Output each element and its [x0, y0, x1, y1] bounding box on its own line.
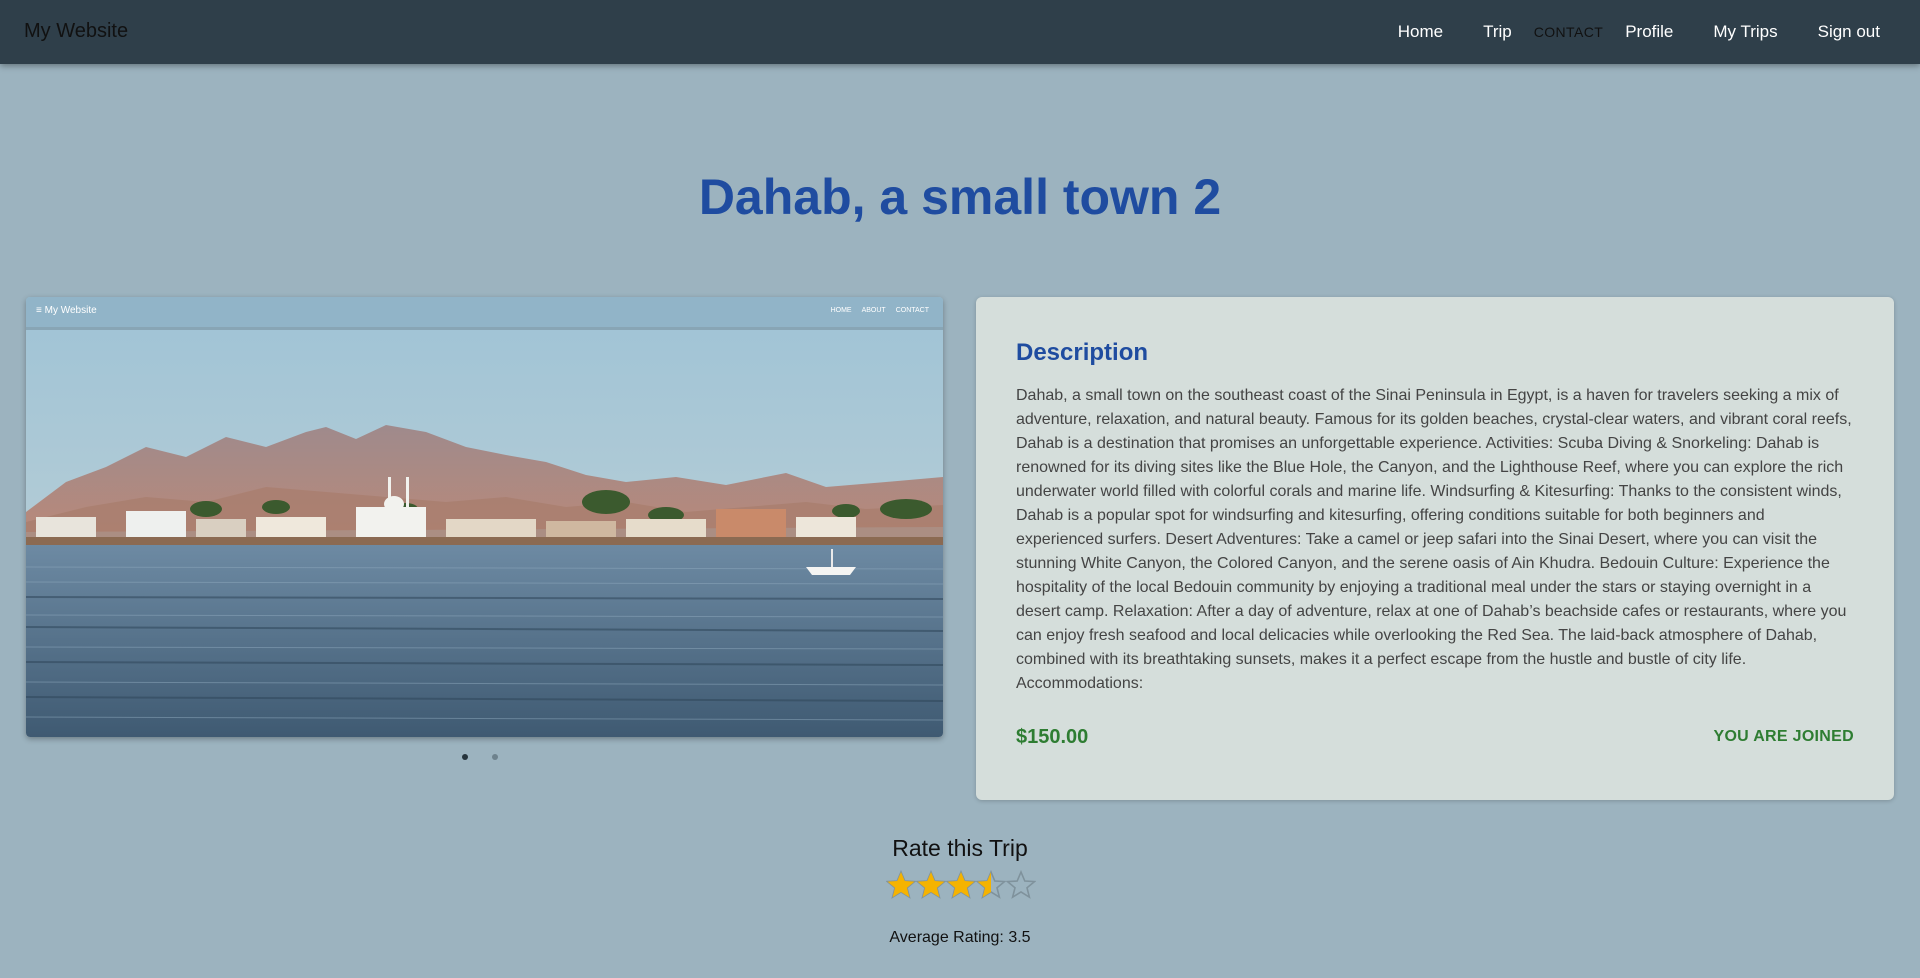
- carousel-dots: [462, 754, 522, 760]
- nav-contact[interactable]: CONTACT: [1534, 24, 1603, 40]
- navbar: My Website Home Trip CONTACT Profile My …: [0, 0, 1920, 64]
- rate-title: Rate this Trip: [892, 835, 1028, 861]
- description-card: Description Dahab, a small town on the s…: [976, 297, 1894, 800]
- star-half-icon[interactable]: [976, 870, 1006, 900]
- image-carousel[interactable]: ≡ My Website HOME ABOUT CONTACT: [26, 297, 943, 737]
- image-nav-links: HOME ABOUT CONTACT: [831, 307, 929, 314]
- image-nav-brand-label: My Website: [44, 305, 97, 316]
- brand-link[interactable]: My Website: [24, 20, 128, 43]
- star-filled-icon[interactable]: [916, 870, 946, 900]
- star-rating[interactable]: [886, 870, 1036, 906]
- carousel-dot-1[interactable]: [462, 754, 468, 760]
- joined-status: YOU ARE JOINED: [1713, 728, 1854, 745]
- nav-links: Home Trip CONTACT Profile My Trips Sign …: [1358, 0, 1880, 64]
- description-heading: Description: [1016, 339, 1149, 366]
- image-nav-brand: ≡ My Website: [36, 305, 97, 316]
- image-nav-about: ABOUT: [861, 307, 886, 314]
- star-empty-icon[interactable]: [1006, 870, 1036, 900]
- carousel-dot-2[interactable]: [492, 754, 498, 760]
- image-nav-contact: CONTACT: [895, 307, 929, 314]
- description-text: Dahab, a small town on the southeast coa…: [1016, 387, 1852, 692]
- image-nav-home: HOME: [830, 307, 852, 314]
- slide-image: [26, 297, 943, 737]
- nav-sign-out[interactable]: Sign out: [1818, 22, 1880, 42]
- nav-home[interactable]: Home: [1398, 22, 1443, 42]
- nav-my-trips[interactable]: My Trips: [1713, 22, 1777, 42]
- star-filled-icon[interactable]: [886, 870, 916, 900]
- nav-trip[interactable]: Trip: [1483, 22, 1512, 42]
- page-title: Dahab, a small town 2: [698, 169, 1222, 225]
- trip-price: $150.00: [1016, 726, 1089, 748]
- star-filled-icon[interactable]: [946, 870, 976, 900]
- nav-profile[interactable]: Profile: [1625, 22, 1673, 42]
- average-rating: Average Rating: 3.5: [889, 929, 1031, 946]
- hamburger-icon: ≡: [36, 305, 42, 316]
